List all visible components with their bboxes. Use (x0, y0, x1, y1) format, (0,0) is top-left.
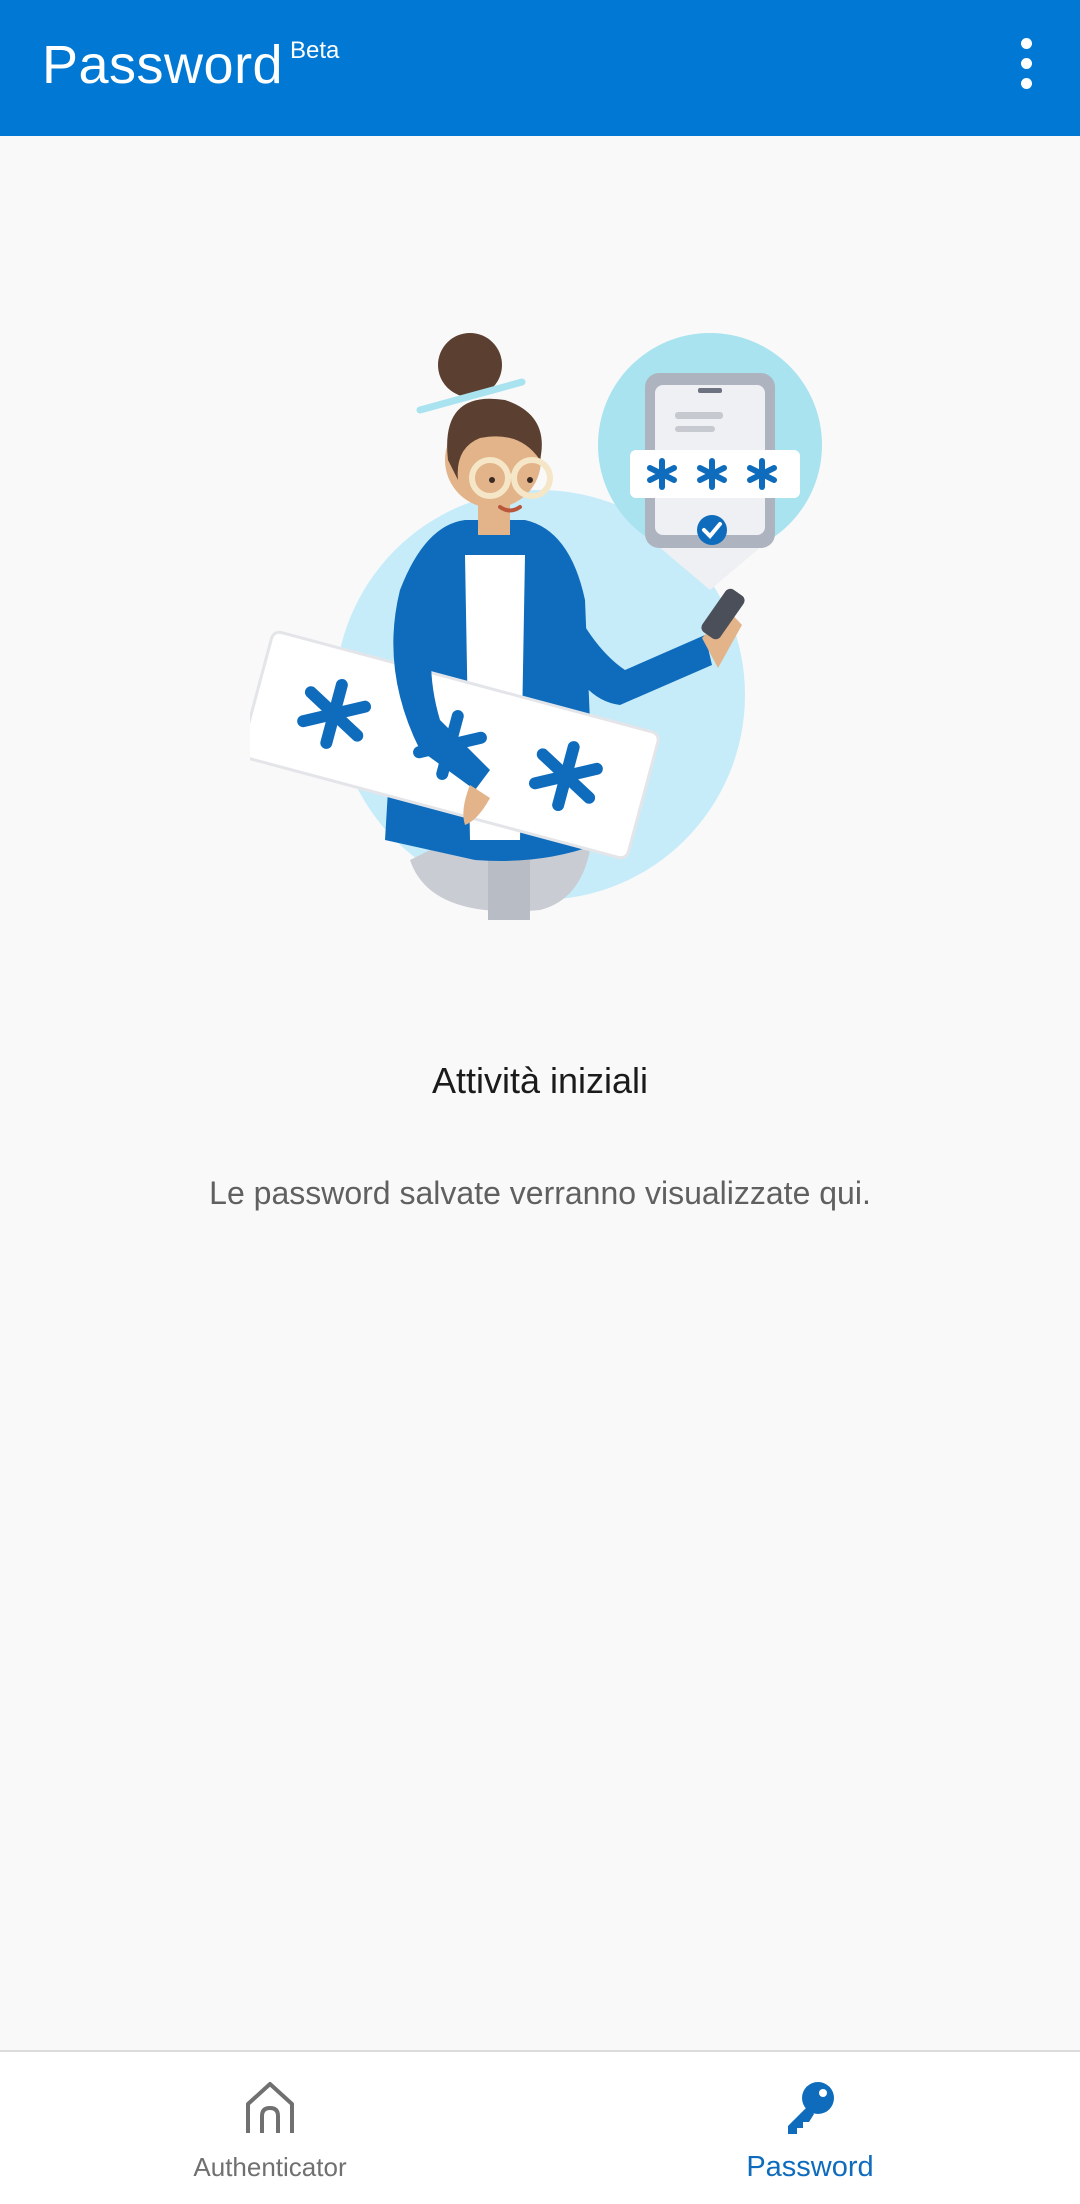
nav-label-authenticator: Authenticator (193, 2152, 347, 2182)
app-title: Password (42, 35, 284, 95)
nav-item-authenticator[interactable]: Authenticator (0, 2052, 540, 2204)
nav-label-password: Password (746, 2151, 874, 2183)
menu-dot (1020, 37, 1032, 49)
app-bar: Password Beta (0, 0, 1080, 136)
menu-dot (1020, 57, 1032, 69)
beta-badge: Beta (290, 37, 340, 64)
empty-state-heading: Attività iniziali (431, 1060, 649, 1101)
menu-dot (1020, 77, 1032, 89)
woman-holding-password-illustration (250, 333, 822, 920)
home-icon (246, 2082, 294, 2133)
more-options-icon[interactable] (996, 30, 1056, 96)
nav-item-password[interactable]: Password (540, 2052, 1080, 2204)
bottom-navigation: Authenticator Password (0, 2050, 1080, 2204)
empty-state-message: Le password salvate verranno visualizzat… (209, 1175, 871, 1211)
key-icon (788, 2082, 834, 2134)
